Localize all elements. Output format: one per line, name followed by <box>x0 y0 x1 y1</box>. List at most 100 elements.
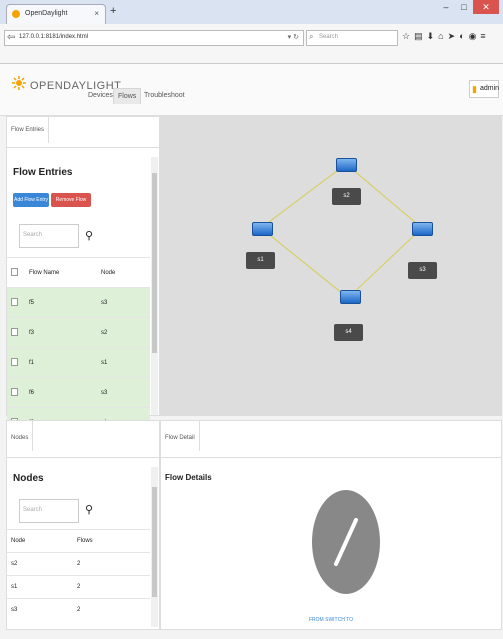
flow-panel-scrollbar[interactable] <box>151 157 158 415</box>
new-tab-button[interactable]: + <box>110 5 116 17</box>
pencil-icon <box>312 490 380 594</box>
switch-s1-label: s1 <box>246 252 275 269</box>
node-cell: s2 <box>7 552 73 576</box>
flow-entries-panel: Flow Entries Flow Entries Add Flow Entry… <box>6 116 160 437</box>
pocket-icon[interactable]: ◉ <box>469 31 477 42</box>
flows-count-cell: 2 <box>73 552 150 576</box>
select-all-checkbox[interactable] <box>11 267 18 276</box>
table-row[interactable]: f3 s2 <box>7 317 150 348</box>
flow-name-cell: f5 <box>25 287 97 318</box>
switch-s2-icon[interactable] <box>336 158 357 172</box>
panel-divider <box>7 147 159 148</box>
back-icon[interactable]: ⇦ <box>7 32 15 43</box>
flow-search-icon[interactable]: ⚲ <box>85 229 93 242</box>
switch-s3-icon[interactable] <box>412 222 433 236</box>
user-name: admin <box>480 85 500 92</box>
switch-s3-label: s3 <box>408 262 437 279</box>
table-row[interactable]: s2 2 <box>7 552 150 576</box>
node-cell: s1 <box>7 575 73 599</box>
browser-tab[interactable]: OpenDaylight × <box>6 4 106 24</box>
table-row[interactable]: f5 s3 <box>7 287 150 318</box>
topology-canvas[interactable]: s2 s1 s3 s4 <box>160 116 502 416</box>
flow-table-header: Flow Name Node <box>7 257 150 288</box>
reading-list-icon[interactable]: ▤ <box>414 31 423 42</box>
minimize-button[interactable]: – <box>437 0 455 14</box>
nodes-panel: Nodes Nodes Search ⚲ Node Flows s2 2 s1 … <box>6 420 160 630</box>
extension-icon[interactable]: ◐ <box>459 31 464 42</box>
user-icon: ▮ <box>472 84 477 94</box>
nodes-tab[interactable]: Nodes <box>7 421 34 451</box>
table-row[interactable]: f6 s3 <box>7 377 150 408</box>
flow-search-input[interactable]: Search <box>19 224 79 248</box>
column-header-node[interactable]: Node <box>97 257 150 288</box>
maximize-button[interactable]: □ <box>455 0 473 14</box>
user-menu-button[interactable]: ▮ admin <box>469 80 499 98</box>
nodes-panel-scrollbar-thumb[interactable] <box>152 487 157 597</box>
row-checkbox[interactable] <box>11 357 18 366</box>
row-checkbox[interactable] <box>11 387 18 396</box>
switch-s2-label: s2 <box>332 188 361 205</box>
panel-divider <box>7 457 159 458</box>
browser-tab-strip: OpenDaylight × + – □ ✕ <box>0 0 503 24</box>
row-checkbox[interactable] <box>11 327 18 336</box>
flow-panel-scrollbar-thumb[interactable] <box>152 173 157 353</box>
node-cell: s1 <box>97 347 150 378</box>
switch-s4-icon[interactable] <box>340 290 361 304</box>
download-icon[interactable]: ⬇ <box>427 31 435 42</box>
panel-divider <box>161 457 501 458</box>
flow-entries-tab[interactable]: Flow Entries <box>7 117 50 143</box>
flow-detail-tab[interactable]: Flow Detail <box>161 421 200 451</box>
nodes-title: Nodes <box>13 473 44 484</box>
nodes-search-input[interactable]: Search <box>19 499 79 523</box>
home-icon[interactable]: ⌂ <box>438 31 443 42</box>
address-bar[interactable]: ⇦ 127.0.0.1:8181/index.html ▾ ↻ <box>4 30 304 46</box>
add-flow-entry-button[interactable]: Add Flow Entry <box>13 193 49 207</box>
nav-tab-devices[interactable]: Devices <box>84 88 117 103</box>
switch-s4-label: s4 <box>334 324 363 341</box>
nav-tab-flows[interactable]: Flows <box>113 88 142 104</box>
table-row[interactable]: f1 s1 <box>7 347 150 378</box>
close-tab-icon[interactable]: × <box>94 9 99 18</box>
browser-search-placeholder: Search <box>319 34 339 40</box>
node-cell: s3 <box>7 598 73 621</box>
menu-icon[interactable]: ≡ <box>480 31 485 42</box>
search-icon: ⌕ <box>309 32 314 41</box>
opendaylight-logo-icon <box>12 76 26 90</box>
flows-count-cell: 2 <box>73 598 150 621</box>
browser-search-field[interactable]: ⌕ Search <box>306 30 398 46</box>
table-row[interactable]: s3 2 <box>7 598 150 621</box>
url-text: 127.0.0.1:8181/index.html <box>19 34 89 40</box>
browser-toolbar: ⇦ 127.0.0.1:8181/index.html ▾ ↻ ⌕ Search… <box>0 24 503 64</box>
nodes-table-header: Node Flows <box>7 529 150 553</box>
flow-entries-table: Flow Name Node f5 s3 f3 s2 f1 s1 f6 s3 f… <box>7 257 150 437</box>
opendaylight-favicon-icon <box>12 10 20 18</box>
reload-icon[interactable]: ▾ ↻ <box>288 33 299 41</box>
flow-name-cell: f3 <box>25 317 97 348</box>
nodes-search-placeholder: Search <box>23 507 43 513</box>
node-cell: s3 <box>97 377 150 408</box>
flow-entries-title: Flow Entries <box>13 167 73 178</box>
topology-links <box>260 163 423 299</box>
switch-s1-icon[interactable] <box>252 222 273 236</box>
flow-detail-hint: FROM SWITCH TO <box>309 617 353 623</box>
flow-search-placeholder: Search <box>23 232 43 238</box>
close-window-button[interactable]: ✕ <box>473 0 499 14</box>
column-header-node[interactable]: Node <box>7 529 73 553</box>
bookmark-star-icon[interactable]: ☆ <box>402 31 410 42</box>
column-header-flows[interactable]: Flows <box>73 529 150 553</box>
row-checkbox[interactable] <box>11 297 18 306</box>
column-header-flow-name[interactable]: Flow Name <box>25 257 97 288</box>
nav-tab-troubleshoot[interactable]: Troubleshoot <box>140 88 189 103</box>
flows-count-cell: 2 <box>73 575 150 599</box>
table-row[interactable]: s1 2 <box>7 575 150 599</box>
app-header: OPENDAYLIGHT Devices Flows Troubleshoot … <box>0 64 503 116</box>
node-cell: s3 <box>97 287 150 318</box>
remove-flow-entry-button[interactable]: Remove Flow Entry <box>51 193 91 217</box>
nodes-search-icon[interactable]: ⚲ <box>85 503 93 516</box>
node-cell: s2 <box>97 317 150 348</box>
nodes-panel-scrollbar[interactable] <box>151 467 158 627</box>
send-icon[interactable]: ➤ <box>448 31 456 42</box>
flow-name-cell: f6 <box>25 377 97 408</box>
browser-toolbar-icons: ☆ ▤ ⬇ ⌂ ➤ ◐ ◉ ≡ <box>402 31 486 42</box>
flow-details-title: Flow Details <box>165 473 212 482</box>
